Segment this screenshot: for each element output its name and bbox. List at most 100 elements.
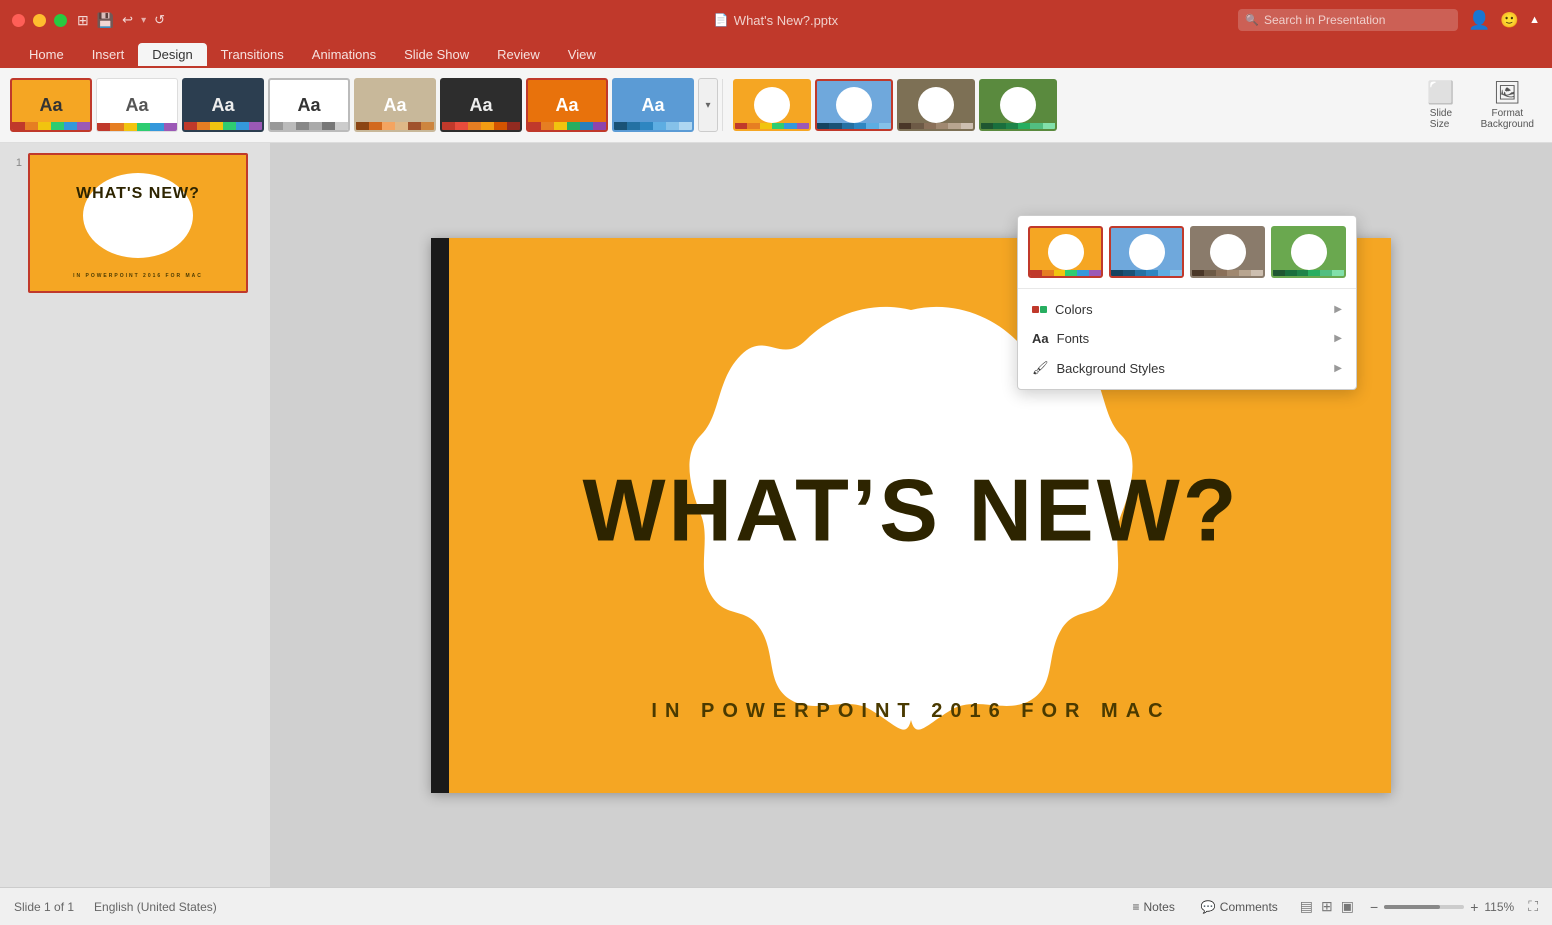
tabs-bar: Home Insert Design Transitions Animation…: [0, 40, 1552, 68]
status-bar-right: ≡ Notes 💬 Comments ▤ ⊞ ▣ − + 115% ⛶: [1126, 896, 1538, 917]
slide-thumbnail-1[interactable]: 1 WHAT'S NEW? IN POWERPOINT 2016 FOR MAC: [8, 153, 262, 293]
window-title: 📄 What's New?.pptx: [714, 13, 838, 28]
slide-info: Slide 1 of 1: [14, 900, 74, 914]
slide-size-button[interactable]: ⬜ SlideSize: [1419, 76, 1462, 134]
menu-item-colors[interactable]: Colors ▶: [1018, 295, 1356, 324]
slide-mini-subtitle: IN POWERPOINT 2016 FOR MAC: [30, 273, 246, 279]
slide-panel: 1 WHAT'S NEW? IN POWERPOINT 2016 FOR MAC: [0, 143, 270, 887]
comments-button[interactable]: 💬 Comments: [1195, 898, 1284, 916]
slide-number: 1: [8, 153, 22, 169]
language-info: English (United States): [94, 900, 217, 914]
zoom-slider[interactable]: [1384, 905, 1464, 909]
save-icon[interactable]: 💾: [97, 12, 114, 29]
search-icon: 🔍: [1245, 14, 1259, 27]
colors-chevron: ▶: [1334, 304, 1342, 315]
view-icons: ▤ ⊞ ▣: [1298, 896, 1356, 917]
title-bar: ⊞ 💾 ↩ ▾ ↺ 📄 What's New?.pptx 🔍 👤 🙂 ▲: [0, 0, 1552, 40]
comments-label: Comments: [1220, 900, 1278, 914]
theme-8[interactable]: Aa: [612, 78, 694, 132]
theme-4[interactable]: Aa: [268, 78, 350, 132]
notes-icon: ≡: [1132, 900, 1139, 914]
notes-label: Notes: [1143, 900, 1174, 914]
tab-transitions[interactable]: Transitions: [207, 43, 298, 66]
theme-6[interactable]: Aa: [440, 78, 522, 132]
zoom-level: 115%: [1484, 900, 1514, 914]
theme-5[interactable]: Aa: [354, 78, 436, 132]
themes-scroll: Aa Aa Aa: [10, 78, 718, 132]
tab-insert[interactable]: Insert: [78, 43, 139, 66]
format-background-label: FormatBackground: [1481, 108, 1534, 130]
ribbon: Aa Aa Aa: [0, 68, 1552, 143]
slide-size-icon: ⬜: [1427, 80, 1454, 106]
grid-icon[interactable]: ⊞: [77, 12, 89, 29]
variant-2[interactable]: [815, 79, 893, 131]
tab-review[interactable]: Review: [483, 43, 554, 66]
zoom-control: − + 115%: [1370, 899, 1514, 915]
slide-size-label: SlideSize: [1430, 108, 1452, 130]
colors-label: Colors: [1055, 302, 1093, 317]
variant-3[interactable]: [897, 79, 975, 131]
fonts-icon: Aa: [1032, 331, 1049, 346]
dropdown-themes-row: [1018, 216, 1356, 289]
dropdown-theme-1[interactable]: [1028, 226, 1103, 278]
tab-view[interactable]: View: [554, 43, 610, 66]
search-input[interactable]: [1238, 9, 1458, 31]
account-icon[interactable]: 👤: [1468, 10, 1490, 31]
dropdown-menu: Colors ▶ Aa Fonts ▶ 🖌 Background Styles: [1018, 289, 1356, 389]
slide-title: WHAT’S NEW?: [582, 467, 1239, 555]
variant-1[interactable]: [733, 79, 811, 131]
notes-button[interactable]: ≡ Notes: [1126, 898, 1180, 916]
theme-7[interactable]: Aa: [526, 78, 608, 132]
menu-item-background-styles[interactable]: 🖌 Background Styles ▶: [1018, 353, 1356, 383]
format-background-button[interactable]: 🖼 FormatBackground: [1473, 76, 1542, 134]
fonts-chevron: ▶: [1334, 333, 1342, 344]
comments-icon: 💬: [1201, 900, 1216, 914]
tab-home[interactable]: Home: [15, 43, 78, 66]
fit-window-icon[interactable]: ⛶: [1528, 898, 1538, 915]
chevron-up-icon[interactable]: ▲: [1529, 14, 1540, 26]
main-area: 1 WHAT'S NEW? IN POWERPOINT 2016 FOR MAC…: [0, 143, 1552, 887]
tab-design[interactable]: Design: [138, 43, 206, 66]
ribbon-right: ⬜ SlideSize 🖼 FormatBackground: [1419, 76, 1542, 134]
close-button[interactable]: [12, 14, 25, 27]
undo-icon[interactable]: ↩: [122, 12, 133, 28]
window-controls: [12, 14, 67, 27]
variants-section: [722, 79, 1057, 131]
dropdown-theme-4[interactable]: [1271, 226, 1346, 278]
variant-4[interactable]: [979, 79, 1057, 131]
colors-icon: [1032, 306, 1047, 313]
normal-view-icon[interactable]: ▤: [1298, 896, 1315, 917]
title-bar-right: 🔍 👤 🙂 ▲: [1238, 9, 1540, 31]
tab-slideshow[interactable]: Slide Show: [390, 43, 483, 66]
theme-1[interactable]: Aa: [10, 78, 92, 132]
menu-item-fonts[interactable]: Aa Fonts ▶: [1018, 324, 1356, 353]
background-styles-chevron: ▶: [1334, 363, 1342, 374]
redo-icon[interactable]: ↺: [154, 12, 165, 28]
themes-dropdown: Colors ▶ Aa Fonts ▶ 🖌 Background Styles: [1017, 215, 1357, 390]
themes-scroll-right[interactable]: ▾: [698, 78, 718, 132]
format-background-icon: 🖼: [1493, 80, 1521, 106]
theme-2[interactable]: Aa: [96, 78, 178, 132]
background-styles-icon: 🖌: [1032, 360, 1049, 376]
dropdown-theme-3[interactable]: [1190, 226, 1265, 278]
status-bar: Slide 1 of 1 English (United States) ≡ N…: [0, 887, 1552, 925]
zoom-fill: [1384, 905, 1440, 909]
slide-subtitle: IN POWERPOINT 2016 FOR MAC: [431, 700, 1391, 723]
undo-dropdown-icon[interactable]: ▾: [141, 15, 146, 26]
fonts-label: Fonts: [1057, 331, 1090, 346]
reading-view-icon[interactable]: ▣: [1339, 896, 1356, 917]
emoji-icon[interactable]: 🙂: [1500, 11, 1519, 29]
zoom-in-button[interactable]: +: [1470, 899, 1478, 915]
theme-3[interactable]: Aa: [182, 78, 264, 132]
tab-animations[interactable]: Animations: [298, 43, 390, 66]
maximize-button[interactable]: [54, 14, 67, 27]
slide-mini-title: WHAT'S NEW?: [30, 185, 246, 203]
minimize-button[interactable]: [33, 14, 46, 27]
search-wrapper: 🔍: [1238, 9, 1458, 31]
grid-view-icon[interactable]: ⊞: [1319, 896, 1335, 917]
canvas-area: WHAT’S NEW? IN POWERPOINT 2016 FOR MAC: [270, 143, 1552, 887]
background-styles-label: Background Styles: [1057, 361, 1165, 376]
slide-image-1[interactable]: WHAT'S NEW? IN POWERPOINT 2016 FOR MAC: [28, 153, 248, 293]
dropdown-theme-2[interactable]: [1109, 226, 1184, 278]
zoom-out-button[interactable]: −: [1370, 899, 1378, 915]
